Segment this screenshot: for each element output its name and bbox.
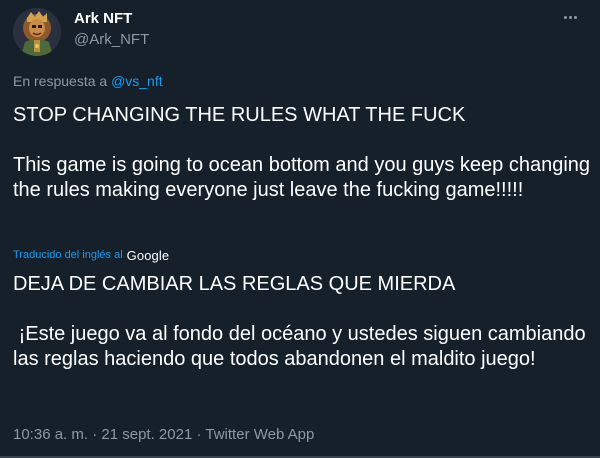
- tweet: Ark NFT @Ark_NFT En respuesta a @vs_nft …: [0, 0, 600, 458]
- reply-context: En respuesta a @vs_nft: [13, 72, 163, 90]
- tweet-date[interactable]: 21 sept. 2021: [101, 426, 192, 443]
- more-horizontal-icon: [573, 15, 577, 19]
- more-horizontal-icon: [568, 15, 572, 19]
- tweet-metadata: 10:36 a. m. · 21 sept. 2021 · Twitter We…: [13, 426, 314, 444]
- tweet-time[interactable]: 10:36 a. m.: [13, 426, 88, 443]
- nft-character-avatar-icon: [13, 8, 61, 56]
- more-options-button[interactable]: [556, 6, 584, 28]
- translation-attribution: Traducido del inglés al Google: [13, 245, 169, 265]
- author-handle[interactable]: @Ark_NFT: [74, 31, 149, 49]
- tweet-source[interactable]: Twitter Web App: [205, 426, 314, 443]
- meta-separator: ·: [196, 426, 202, 443]
- tweet-translated-text: DEJA DE CAMBIAR LAS REGLAS QUE MIERDA ¡E…: [13, 273, 586, 370]
- author-display-name[interactable]: Ark NFT: [74, 10, 132, 28]
- more-horizontal-icon: [563, 15, 567, 19]
- google-logo: Google: [126, 247, 170, 263]
- avatar[interactable]: [13, 8, 61, 56]
- meta-separator: ·: [92, 426, 98, 443]
- reply-prefix: En respuesta a: [13, 73, 112, 89]
- reply-mention-link[interactable]: @vs_nft: [111, 73, 163, 89]
- tweet-original-text: STOP CHANGING THE RULES WHAT THE FUCK Th…: [13, 104, 591, 201]
- translation-note[interactable]: Traducido del inglés al: [13, 249, 123, 261]
